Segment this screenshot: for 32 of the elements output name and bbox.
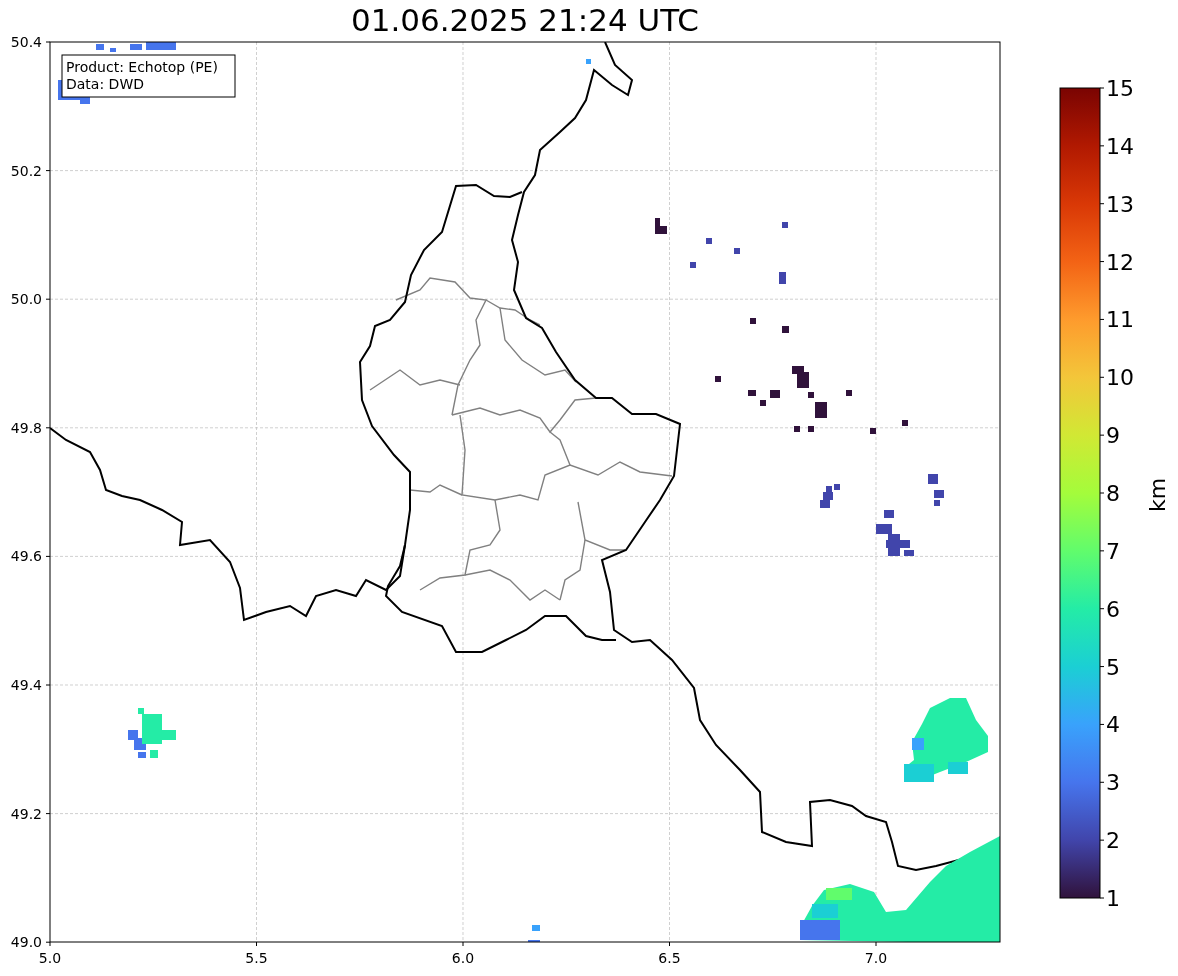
colorbar-tick-label: 4 [1106, 712, 1120, 738]
colorbar-tick-label: 13 [1106, 191, 1134, 217]
colorbar-tick-label: 3 [1106, 770, 1120, 796]
x-axis-tick-label: 7.0 [864, 950, 888, 966]
y-axis-tick-label: 49.0 [10, 934, 42, 951]
chart-title: 01.06.2025 21:24 UTC [351, 5, 699, 36]
colorbar-label: km [1145, 477, 1170, 513]
y-axis-tick-label: 49.6 [10, 548, 42, 565]
x-axis-tick-label: 5.5 [245, 950, 268, 966]
colorbar-tick-label: 14 [1106, 133, 1134, 159]
y-axis-tick-label: 49.4 [10, 677, 42, 693]
x-axis-tick-label: 6.5 [658, 950, 681, 966]
info-text: Product: Echotop (PE) [66, 59, 218, 75]
colorbar-tick-label: 1 [1106, 886, 1120, 911]
y-axis-tick-label: 50.2 [10, 162, 42, 179]
x-axis-tick-label: 5.0 [38, 950, 62, 966]
colorbar-tick-label: 8 [1106, 481, 1120, 506]
colorbar-tick-label: 7 [1106, 538, 1120, 564]
colorbar-tick-label: 12 [1106, 249, 1134, 275]
x-axis-tick-label: 6.0 [451, 950, 475, 966]
colorbar-tick-label: 11 [1106, 307, 1134, 333]
colorbar-tick-label: 2 [1106, 828, 1120, 854]
colorbar-tick-label: 6 [1106, 596, 1120, 622]
info-text: Data: DWD [66, 76, 144, 92]
colorbar-tick-label: 9 [1106, 423, 1120, 449]
colorbar-tick-label: 15 [1106, 76, 1134, 101]
colorbar-tick-label: 5 [1106, 654, 1120, 680]
y-axis-tick-label: 50.0 [10, 291, 42, 308]
colorbar-tick-label: 10 [1106, 365, 1134, 391]
y-axis-tick-label: 49.2 [10, 805, 42, 822]
y-axis-tick-label: 49.8 [10, 419, 42, 436]
y-axis-tick-label: 50.4 [10, 34, 42, 50]
